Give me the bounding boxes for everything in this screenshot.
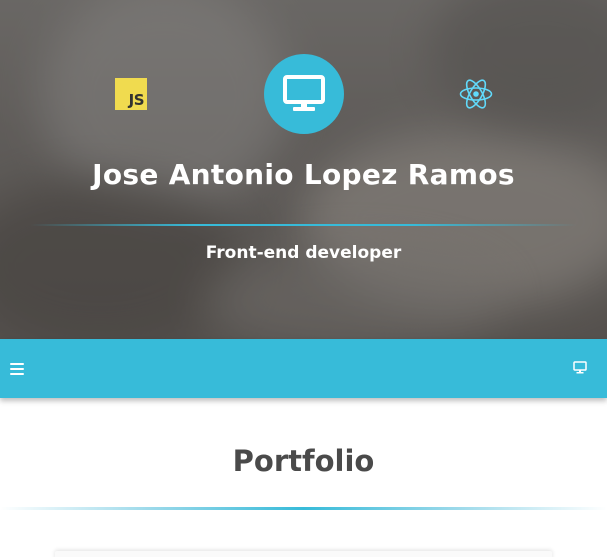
hero-header: JS Jose Antonio Lopez Ramos Front-end de…	[0, 0, 607, 339]
monitor-avatar	[264, 54, 344, 134]
monitor-icon	[283, 75, 325, 111]
navbar	[0, 339, 607, 398]
hero-divider	[30, 224, 577, 226]
hamburger-menu-icon[interactable]	[10, 363, 24, 375]
javascript-logo-icon: JS	[115, 78, 147, 110]
react-logo-icon	[459, 79, 493, 109]
javascript-logo-text: JS	[128, 91, 145, 109]
developer-role: Front-end developer	[205, 243, 402, 263]
portfolio-divider	[0, 507, 607, 510]
portfolio-title: Portfolio	[232, 444, 375, 478]
monitor-icon[interactable]	[573, 361, 587, 374]
portfolio-card[interactable]	[55, 551, 552, 557]
developer-name: Jose Antonio Lopez Ramos	[92, 158, 515, 191]
